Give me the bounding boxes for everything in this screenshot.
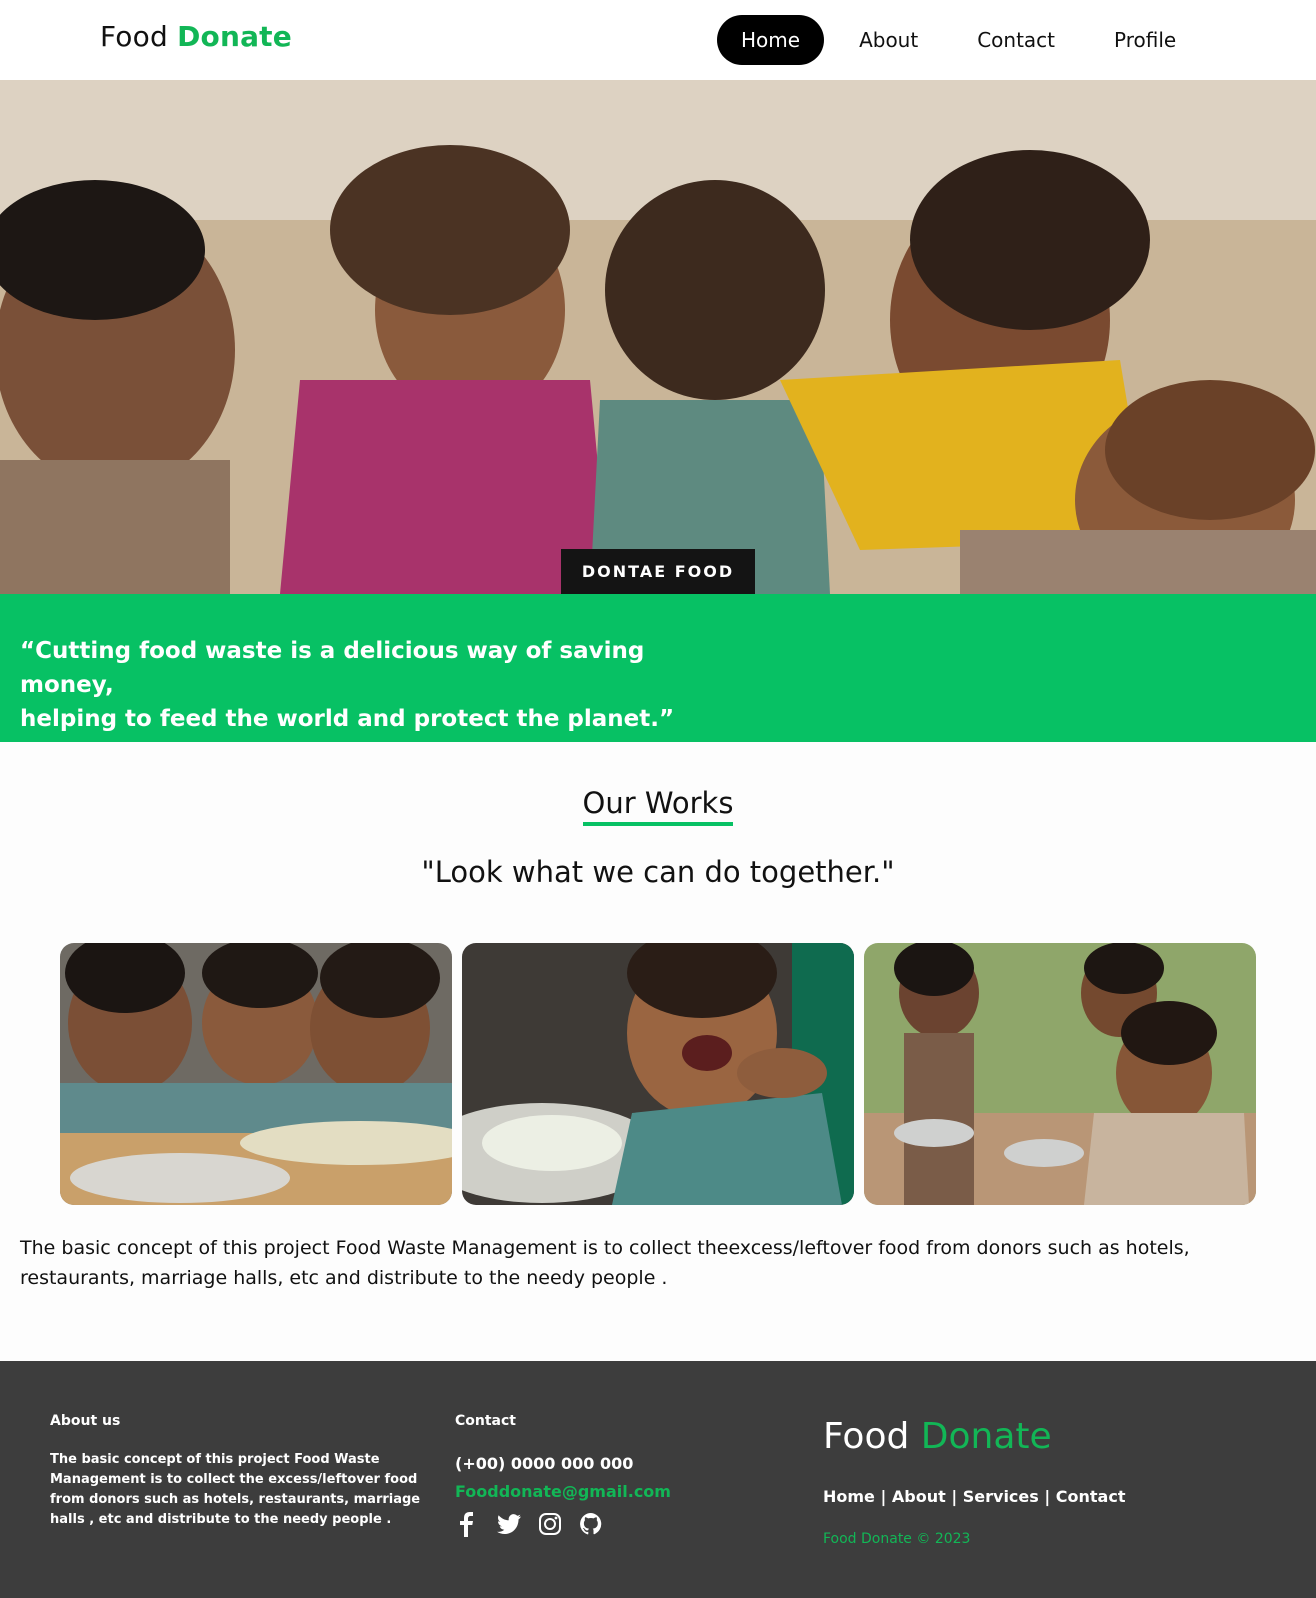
quote-line-1: “Cutting food waste is a delicious way o… (20, 638, 645, 698)
works-heading: Our Works (0, 786, 1316, 826)
quote-banner: “Cutting food waste is a delicious way o… (0, 594, 1316, 742)
nav-home-link[interactable]: Home (717, 15, 825, 65)
donate-food-button[interactable]: DONTAE FOOD (561, 549, 755, 594)
social-links (455, 1511, 619, 1537)
footer-about-heading: About us (50, 1413, 121, 1429)
hero-banner: DONTAE FOOD (0, 80, 1316, 594)
logo-text-donate: Donate (177, 20, 292, 53)
footer-link-separator: | (1038, 1487, 1056, 1506)
footer-email-link[interactable]: Fooddonate@gmail.com (455, 1482, 671, 1501)
footer-about-text: The basic concept of this project Food W… (50, 1452, 421, 1527)
footer-link-separator: | (945, 1487, 963, 1506)
footer-phone: (+00) 0000 000 000 (455, 1454, 634, 1473)
github-icon[interactable] (578, 1511, 604, 1537)
footer-link-separator: | (874, 1487, 892, 1506)
footer-logo[interactable]: Food Donate (823, 1416, 1052, 1457)
footer-links: Home | About | Services | Contact (823, 1487, 1125, 1506)
gallery-image-1 (60, 943, 452, 1205)
nav-contact-link[interactable]: Contact (953, 15, 1079, 65)
site-header: Food Donate Home About Contact Profile (0, 0, 1316, 80)
main-nav: Home About Contact Profile (717, 15, 1211, 65)
footer-link-home[interactable]: Home (823, 1487, 875, 1506)
site-footer: About us The basic concept of this proje… (0, 1361, 1316, 1598)
site-logo[interactable]: Food Donate (100, 20, 292, 53)
twitter-icon[interactable] (496, 1511, 522, 1537)
project-concept-text: The basic concept of this project Food W… (20, 1237, 1190, 1289)
nav-about-link[interactable]: About (835, 15, 942, 65)
gallery-image-3 (864, 943, 1256, 1205)
footer-link-about[interactable]: About (892, 1487, 946, 1506)
footer-copyright: Food Donate © 2023 (823, 1531, 971, 1547)
footer-link-contact[interactable]: Contact (1056, 1487, 1126, 1506)
works-subtitle: "Look what we can do together." (421, 855, 895, 889)
hero-photo (0, 80, 1316, 594)
quote-line-2: helping to feed the world and protect th… (20, 706, 675, 732)
gallery-image-2 (462, 943, 854, 1205)
facebook-icon[interactable] (455, 1511, 481, 1537)
instagram-icon[interactable] (537, 1511, 563, 1537)
quote-text: “Cutting food waste is a delicious way o… (20, 634, 710, 736)
footer-contact-heading: Contact (455, 1413, 516, 1429)
footer-link-services[interactable]: Services (963, 1487, 1039, 1506)
footer-logo-food: Food (823, 1416, 910, 1457)
logo-text-food: Food (100, 20, 168, 53)
works-title: Our Works (582, 786, 734, 826)
nav-profile-link[interactable]: Profile (1090, 15, 1200, 65)
footer-logo-donate: Donate (920, 1416, 1052, 1457)
